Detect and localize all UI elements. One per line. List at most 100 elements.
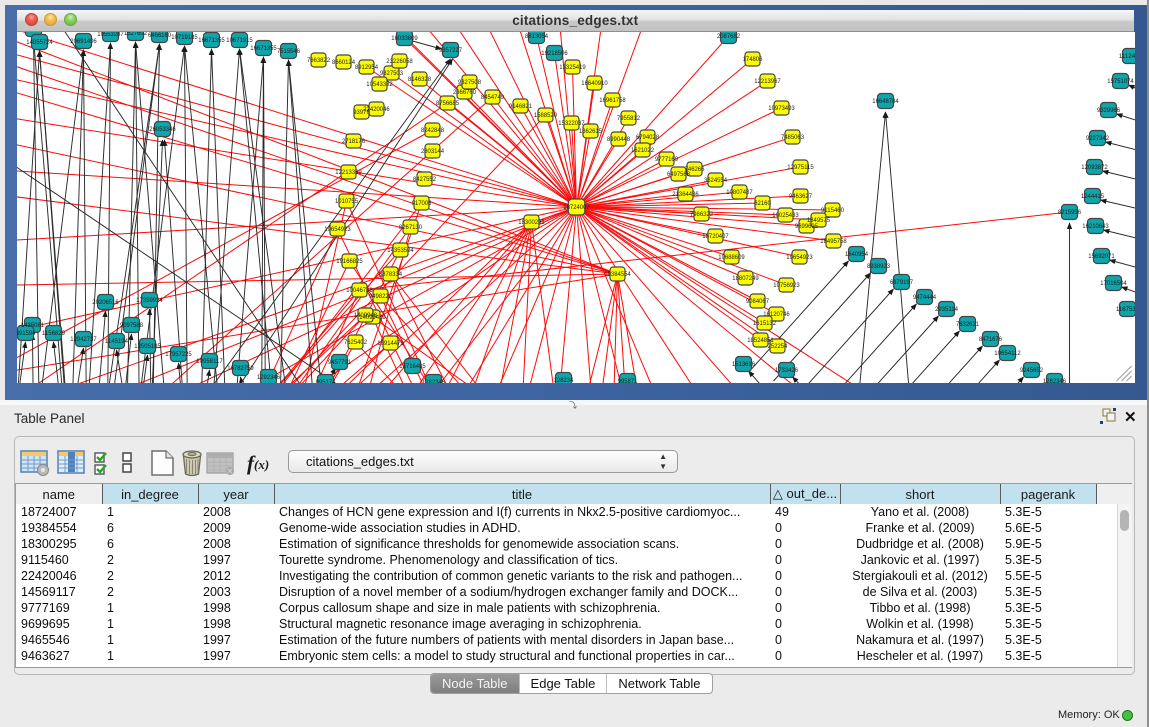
svg-text:995871: 995871: [617, 378, 637, 383]
svg-text:16120746: 16120746: [763, 311, 790, 318]
svg-text:12213369: 12213369: [335, 169, 362, 176]
svg-text:15716485: 15716485: [399, 363, 426, 370]
svg-text:8146328: 8146328: [407, 76, 431, 83]
svg-text:16640910: 16640910: [581, 80, 608, 87]
svg-text:10958117: 10958117: [196, 358, 223, 365]
svg-text:1167534: 1167534: [1115, 306, 1134, 313]
svg-text:1615132: 1615132: [752, 320, 776, 327]
svg-text:9457791: 9457791: [327, 359, 351, 366]
svg-text:9498222: 9498222: [368, 293, 392, 300]
svg-text:9777169: 9777169: [654, 156, 678, 163]
svg-text:8471676: 8471676: [978, 336, 1002, 343]
svg-text:8912954: 8912954: [354, 64, 378, 71]
svg-text:8427552: 8427552: [412, 176, 436, 183]
svg-text:16033809: 16033809: [391, 35, 418, 42]
svg-text:9463627: 9463627: [788, 193, 812, 200]
svg-text:128234: 128234: [553, 377, 573, 383]
svg-text:12093872: 12093872: [1081, 164, 1108, 171]
svg-text:9115460: 9115460: [820, 207, 844, 214]
svg-text:2366760: 2366760: [452, 89, 476, 96]
svg-text:16210643: 16210643: [1082, 223, 1109, 230]
svg-text:18495758: 18495758: [820, 238, 847, 245]
svg-text:9097588: 9097588: [119, 322, 143, 329]
svg-text:1112495: 1112495: [1118, 53, 1134, 60]
svg-text:10553287: 10553287: [97, 32, 124, 38]
svg-text:15692071: 15692071: [1088, 253, 1115, 260]
svg-text:1292346: 1292346: [256, 374, 280, 381]
svg-text:16671355: 16671355: [198, 37, 225, 44]
svg-text:19384554: 19384554: [604, 271, 631, 278]
svg-text:7955812: 7955812: [616, 115, 640, 122]
svg-text:9084067: 9084067: [745, 298, 769, 305]
svg-text:9327508: 9327508: [457, 79, 481, 86]
svg-text:19166825: 19166825: [336, 258, 363, 265]
svg-text:9146821: 9146821: [508, 103, 532, 110]
svg-text:1640954: 1640954: [844, 251, 868, 258]
svg-text:2087682: 2087682: [716, 33, 740, 40]
svg-text:9357227: 9357227: [438, 47, 462, 54]
svg-text:391594: 391594: [17, 330, 36, 337]
svg-text:1733426: 1733426: [774, 367, 798, 374]
svg-text:15322037: 15322037: [558, 120, 585, 127]
svg-text:6879197: 6879197: [889, 279, 913, 286]
svg-text:9245652: 9245652: [1019, 367, 1043, 374]
svg-text:9227342: 9227342: [1085, 135, 1109, 142]
svg-text:12213967: 12213967: [754, 78, 781, 85]
svg-text:917006: 917006: [411, 200, 431, 207]
svg-text:1282346: 1282346: [421, 379, 445, 383]
svg-text:10543382: 10543382: [366, 81, 393, 88]
svg-text:7663822: 7663822: [306, 57, 330, 64]
svg-text:2718176: 2718176: [341, 138, 365, 145]
svg-text:8267130: 8267130: [398, 224, 422, 231]
svg-text:1588520: 1588520: [533, 112, 557, 119]
svg-text:746266: 746266: [684, 166, 704, 173]
svg-text:10025433: 10025433: [772, 212, 799, 219]
svg-text:1282346: 1282346: [1042, 378, 1066, 383]
svg-text:8215956: 8215956: [1057, 209, 1081, 216]
svg-text:6794028: 6794028: [635, 134, 659, 141]
svg-text:16961758: 16961758: [599, 97, 626, 104]
svg-text:19654923: 19654923: [324, 226, 351, 233]
svg-text:9327503: 9327503: [379, 70, 403, 77]
svg-text:17957225: 17957225: [165, 351, 192, 358]
svg-text:16782759: 16782759: [227, 365, 254, 372]
svg-text:8454749: 8454749: [480, 94, 504, 101]
svg-text:10553287: 10553287: [20, 32, 47, 33]
svg-text:16648784: 16648784: [872, 98, 899, 105]
svg-text:12975115: 12975115: [787, 164, 814, 171]
svg-text:10654112: 10654112: [994, 350, 1021, 357]
svg-text:7515546: 7515546: [276, 48, 300, 55]
svg-text:2803144: 2803144: [420, 148, 444, 155]
svg-text:8756685: 8756685: [435, 100, 459, 107]
svg-text:17359924: 17359924: [136, 297, 163, 304]
svg-text:16914479: 16914479: [377, 340, 404, 347]
svg-text:2935114: 2935114: [934, 306, 958, 313]
svg-text:10807487: 10807487: [726, 189, 753, 196]
svg-text:1244415: 1244415: [1080, 193, 1104, 200]
svg-text:16671355: 16671355: [250, 45, 277, 52]
svg-text:9329966: 9329966: [1096, 107, 1120, 114]
svg-text:3624554: 3624554: [703, 177, 727, 184]
svg-text:8990448: 8990448: [606, 136, 630, 143]
svg-text:10688609: 10688609: [718, 254, 745, 261]
svg-text:93976: 93976: [353, 109, 370, 116]
svg-text:1156829: 1156829: [41, 330, 65, 337]
svg-text:(x): (x): [254, 457, 269, 472]
svg-text:8242848: 8242848: [420, 127, 444, 134]
svg-text:7625402: 7625402: [343, 339, 367, 346]
svg-text:252254: 252254: [767, 343, 787, 350]
svg-text:10756923: 10756923: [773, 282, 800, 289]
svg-text:9699695: 9699695: [794, 223, 818, 230]
svg-text:14055724: 14055724: [26, 39, 53, 46]
svg-text:10719185: 10719185: [171, 34, 198, 41]
svg-text:17016504: 17016504: [1100, 280, 1127, 287]
svg-text:20206516: 20206516: [92, 299, 119, 306]
svg-text:7986322: 7986322: [689, 211, 713, 218]
svg-text:1409948: 1409948: [353, 312, 377, 319]
svg-text:23226058: 23226058: [386, 58, 413, 65]
svg-text:20691406: 20691406: [70, 38, 97, 45]
svg-text:6466160: 6466160: [147, 32, 171, 39]
svg-text:1621022: 1621022: [630, 147, 654, 154]
svg-text:10671915: 10671915: [226, 37, 253, 44]
svg-text:174806: 174806: [742, 56, 762, 63]
